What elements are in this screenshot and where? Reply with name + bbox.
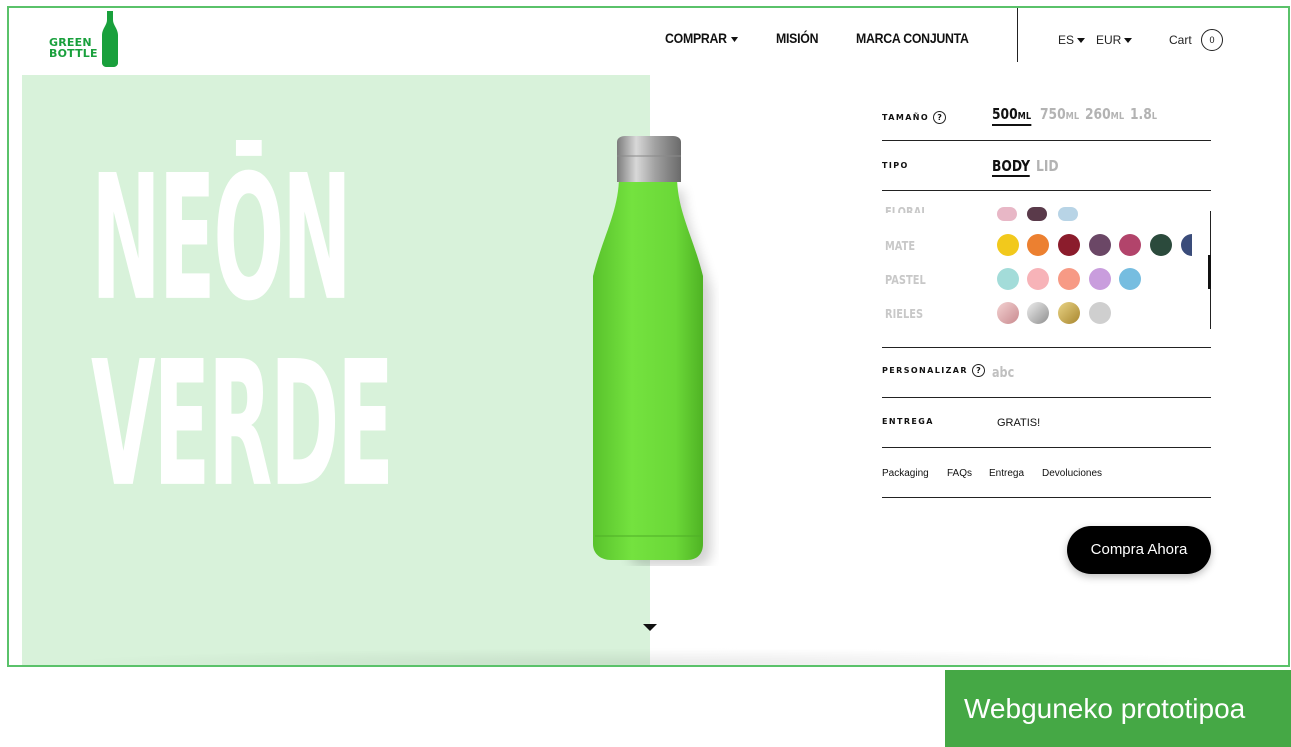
- delivery-label: ENTREGA: [882, 417, 934, 426]
- color-swatch[interactable]: [997, 234, 1019, 256]
- color-swatch[interactable]: [997, 268, 1019, 290]
- color-swatch[interactable]: [1089, 302, 1111, 324]
- color-swatch[interactable]: [1119, 234, 1141, 256]
- bottle-logo-icon: [102, 11, 118, 67]
- color-swatch[interactable]: [1089, 234, 1111, 256]
- nav-marca-conjunta[interactable]: MARCA CONJUNTA: [856, 30, 969, 46]
- color-swatch[interactable]: [1150, 234, 1172, 256]
- divider: [882, 140, 1211, 141]
- nav-divider: [1017, 8, 1018, 62]
- color-swatch[interactable]: [1058, 302, 1080, 324]
- size-option-1-8l[interactable]: 1.8L: [1130, 105, 1157, 123]
- scroll-down-icon[interactable]: [643, 624, 657, 631]
- color-swatch[interactable]: [997, 302, 1019, 324]
- category-floral: FLORAL: [885, 205, 928, 213]
- size-option-750ml[interactable]: 750ML: [1040, 105, 1079, 123]
- category-rieles: RIELES: [885, 307, 924, 321]
- caption-banner: Webguneko prototipoa: [945, 670, 1291, 747]
- type-label: TIPO: [882, 161, 909, 170]
- category-pastel: PASTEL: [885, 273, 926, 287]
- divider: [882, 497, 1211, 498]
- color-swatch[interactable]: [1119, 268, 1141, 290]
- color-swatch[interactable]: [1027, 302, 1049, 324]
- divider: [882, 190, 1211, 191]
- currency-select[interactable]: EUR: [1096, 33, 1133, 47]
- delivery-value: GRATIS!: [997, 417, 1041, 429]
- personalize-input[interactable]: abc: [992, 365, 1014, 381]
- color-swatch[interactable]: [1058, 234, 1080, 256]
- color-swatch[interactable]: [1181, 234, 1192, 256]
- color-swatch[interactable]: [1027, 268, 1049, 290]
- section-shadow: [49, 648, 1249, 665]
- color-swatch[interactable]: [1089, 268, 1111, 290]
- link-devoluciones[interactable]: Devoluciones: [1042, 468, 1102, 479]
- hero-title-line-1: NEŌN: [91, 137, 352, 339]
- browser-frame: GREEN BOTTLE COMPRAR MISIÓN MARCA CONJUN…: [7, 6, 1290, 667]
- divider: [882, 447, 1211, 448]
- page-scrollbar[interactable]: [1289, 18, 1290, 128]
- color-swatch[interactable]: [997, 207, 1017, 221]
- divider: [882, 397, 1211, 398]
- type-option-body[interactable]: BODY: [992, 157, 1031, 177]
- category-mate: MATE: [885, 239, 916, 253]
- link-faqs[interactable]: FAQs: [947, 468, 972, 479]
- cart-link[interactable]: Cart: [1169, 33, 1192, 47]
- chevron-down-icon: [1077, 38, 1086, 44]
- buy-now-button[interactable]: Compra Ahora: [1067, 526, 1211, 574]
- cart-count-badge[interactable]: 0: [1201, 29, 1223, 51]
- link-entrega[interactable]: Entrega: [989, 468, 1024, 479]
- help-icon[interactable]: ?: [933, 111, 947, 124]
- help-icon[interactable]: ?: [971, 364, 985, 377]
- personalize-label: PERSONALIZAR?: [882, 364, 985, 377]
- brand-line-2: BOTTLE: [49, 47, 98, 60]
- color-swatch[interactable]: [1027, 234, 1049, 256]
- nav-mision[interactable]: MISIÓN: [776, 30, 818, 46]
- nav-comprar[interactable]: COMPRAR: [665, 30, 739, 46]
- product-bottle-image: [593, 136, 711, 566]
- chevron-down-icon: [731, 36, 739, 42]
- color-swatch[interactable]: [1058, 207, 1078, 221]
- size-label: TAMAÑO?: [882, 111, 947, 124]
- size-option-500ml[interactable]: 500ML: [992, 105, 1031, 126]
- color-swatch[interactable]: [1058, 268, 1080, 290]
- type-option-lid[interactable]: LID: [1036, 157, 1059, 175]
- brand-logo[interactable]: GREEN BOTTLE: [49, 11, 129, 67]
- color-swatch[interactable]: [1027, 207, 1047, 221]
- language-select[interactable]: ES: [1058, 33, 1086, 47]
- size-option-260ml[interactable]: 260ML: [1085, 105, 1124, 123]
- chevron-down-icon: [1124, 38, 1133, 44]
- swatch-scrollbar-thumb[interactable]: [1208, 255, 1211, 289]
- hero-title-line-2: VERDE: [91, 323, 394, 525]
- brand-name: GREEN BOTTLE: [49, 37, 98, 59]
- divider: [882, 347, 1211, 348]
- link-packaging[interactable]: Packaging: [882, 468, 929, 479]
